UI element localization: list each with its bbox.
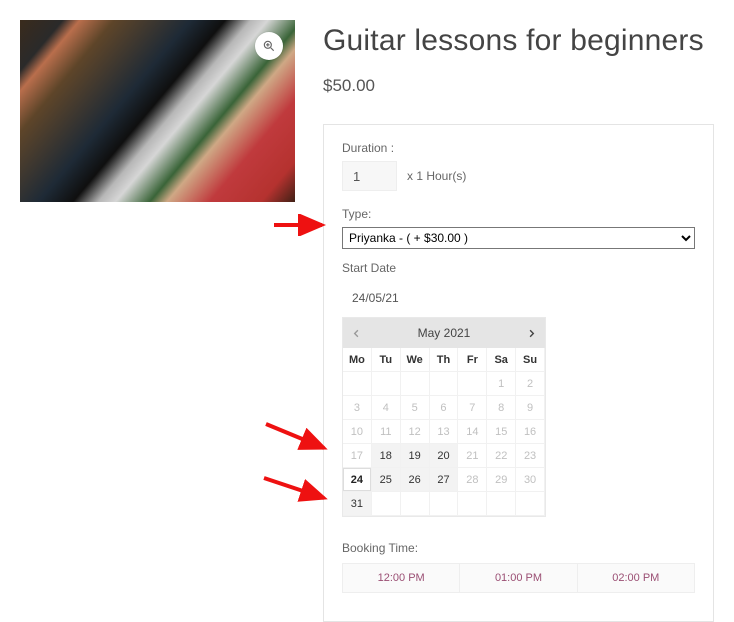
calendar-day bbox=[516, 492, 545, 516]
calendar-day bbox=[343, 372, 372, 396]
product-price: $50.00 bbox=[323, 76, 714, 96]
calendar-day bbox=[430, 372, 459, 396]
calendar-day: 15 bbox=[487, 420, 516, 444]
start-date-label: Start Date bbox=[342, 261, 695, 275]
calendar-dow: Mo bbox=[343, 348, 372, 372]
calendar-dow: Su bbox=[516, 348, 545, 372]
calendar-day: 11 bbox=[372, 420, 401, 444]
calendar-day: 7 bbox=[458, 396, 487, 420]
chevron-left-icon[interactable] bbox=[351, 328, 362, 339]
calendar-day: 16 bbox=[516, 420, 545, 444]
duration-label: Duration : bbox=[342, 141, 695, 155]
chevron-right-icon[interactable] bbox=[526, 328, 537, 339]
calendar-day bbox=[401, 372, 430, 396]
calendar-month-label: May 2021 bbox=[418, 326, 471, 340]
calendar-day: 14 bbox=[458, 420, 487, 444]
calendar-day[interactable]: 26 bbox=[401, 468, 430, 492]
calendar-day[interactable]: 31 bbox=[343, 492, 372, 516]
calendar-dow: Tu bbox=[372, 348, 401, 372]
calendar-day bbox=[458, 372, 487, 396]
calendar-day[interactable]: 18 bbox=[372, 444, 401, 468]
type-label: Type: bbox=[342, 207, 695, 221]
calendar-day: 22 bbox=[487, 444, 516, 468]
calendar-day: 3 bbox=[343, 396, 372, 420]
calendar-day: 13 bbox=[430, 420, 459, 444]
calendar-day bbox=[401, 492, 430, 516]
calendar: May 2021 MoTuWeThFrSaSu12345678910111213… bbox=[342, 317, 546, 517]
calendar-day: 21 bbox=[458, 444, 487, 468]
calendar-day: 5 bbox=[401, 396, 430, 420]
calendar-dow: We bbox=[401, 348, 430, 372]
calendar-day[interactable]: 19 bbox=[401, 444, 430, 468]
type-select[interactable]: Priyanka - ( + $30.00 ) bbox=[342, 227, 695, 249]
calendar-day: 17 bbox=[343, 444, 372, 468]
duration-input[interactable] bbox=[342, 161, 397, 191]
product-image[interactable] bbox=[20, 20, 295, 202]
calendar-day: 1 bbox=[487, 372, 516, 396]
calendar-day bbox=[430, 492, 459, 516]
calendar-day[interactable]: 24 bbox=[343, 468, 372, 492]
calendar-day: 9 bbox=[516, 396, 545, 420]
calendar-day: 30 bbox=[516, 468, 545, 492]
booking-time-label: Booking Time: bbox=[342, 541, 695, 555]
product-title: Guitar lessons for beginners bbox=[323, 24, 714, 58]
calendar-day bbox=[372, 492, 401, 516]
duration-suffix: x 1 Hour(s) bbox=[407, 169, 466, 183]
zoom-icon[interactable] bbox=[255, 32, 283, 60]
time-slot[interactable]: 02:00 PM bbox=[578, 563, 695, 593]
calendar-day: 29 bbox=[487, 468, 516, 492]
calendar-day: 28 bbox=[458, 468, 487, 492]
calendar-day: 10 bbox=[343, 420, 372, 444]
calendar-day: 2 bbox=[516, 372, 545, 396]
calendar-day: 12 bbox=[401, 420, 430, 444]
calendar-day[interactable]: 27 bbox=[430, 468, 459, 492]
calendar-day bbox=[372, 372, 401, 396]
calendar-day[interactable]: 25 bbox=[372, 468, 401, 492]
calendar-day: 4 bbox=[372, 396, 401, 420]
calendar-dow: Fr bbox=[458, 348, 487, 372]
time-slot[interactable]: 12:00 PM bbox=[342, 563, 460, 593]
calendar-day: 23 bbox=[516, 444, 545, 468]
booking-panel: Duration : x 1 Hour(s) Type: Priyanka - … bbox=[323, 124, 714, 622]
calendar-dow: Sa bbox=[487, 348, 516, 372]
calendar-day[interactable]: 20 bbox=[430, 444, 459, 468]
time-slot[interactable]: 01:00 PM bbox=[460, 563, 577, 593]
calendar-day: 6 bbox=[430, 396, 459, 420]
start-date-input[interactable] bbox=[342, 283, 462, 313]
calendar-day: 8 bbox=[487, 396, 516, 420]
calendar-day bbox=[487, 492, 516, 516]
calendar-day bbox=[458, 492, 487, 516]
calendar-dow: Th bbox=[430, 348, 459, 372]
